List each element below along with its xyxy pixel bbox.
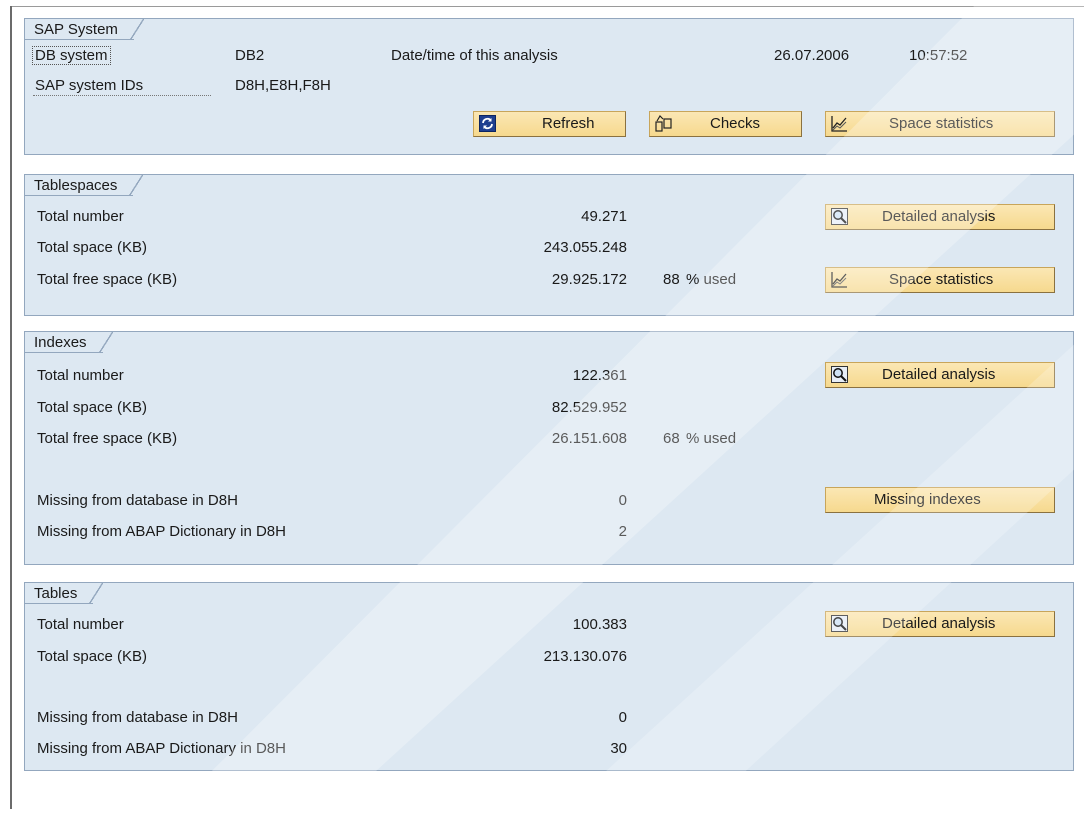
checks-button-label: Checks — [710, 115, 761, 132]
system-ids-underline — [33, 95, 211, 96]
tables-total-number: 100.383 — [572, 616, 627, 633]
indexes-total-space-label: Total space (KB) — [37, 399, 148, 416]
tablespaces-total-number: 49.271 — [581, 208, 627, 225]
chart-icon — [831, 272, 847, 288]
tablespaces-total-space-label: Total space (KB) — [37, 239, 148, 256]
tables-total-number-label: Total number — [37, 616, 124, 633]
tablespaces-group: Tablespaces Total number 49.271 Total sp… — [24, 174, 1074, 316]
indexes-total-number: 122.361 — [572, 367, 627, 384]
chart-icon — [831, 116, 847, 132]
tablespaces-space-statistics-button[interactable]: Space statistics — [825, 267, 1055, 293]
tablespaces-total-space: 243.055.248 — [543, 239, 627, 256]
tables-missing-db: 0 — [618, 709, 627, 726]
tablespaces-free-space-label: Total free space (KB) — [37, 271, 178, 288]
indexes-free-space-label: Total free space (KB) — [37, 430, 178, 447]
checks-icon — [655, 115, 672, 132]
tablespaces-free-space: 29.925.172 — [551, 271, 627, 288]
analysis-time: 10:57:52 — [909, 47, 968, 64]
analysis-datetime-label: Date/time of this analysis — [391, 47, 558, 64]
tables-group: Tables Total number 100.383 Total space … — [24, 582, 1074, 771]
tablespaces-detailed-analysis-button[interactable]: Detailed analysis — [825, 204, 1055, 230]
tables-total-space-label: Total space (KB) — [37, 648, 148, 665]
indexes-missing-db: 0 — [618, 492, 627, 509]
sap-system-group: SAP System DB system DB2 Date/time of th… — [24, 18, 1074, 155]
indexes-used-label: % used — [686, 430, 737, 447]
tablespaces-total-number-label: Total number — [37, 208, 124, 225]
db-system-value: DB2 — [235, 47, 265, 64]
tablespaces-used-percent: 88 — [663, 271, 680, 288]
indexes-total-number-label: Total number — [37, 367, 124, 384]
refresh-icon — [479, 115, 496, 132]
magnifier-icon — [831, 615, 848, 632]
analysis-date: 26.07.2006 — [774, 47, 850, 64]
tables-detailed-analysis-label: Detailed analysis — [882, 615, 996, 632]
sap-system-group-title: SAP System — [24, 18, 144, 40]
indexes-used-percent: 68 — [663, 430, 680, 447]
missing-indexes-button[interactable]: Missing indexes — [825, 487, 1055, 513]
checks-button[interactable]: Checks — [649, 111, 802, 137]
tablespaces-space-statistics-label: Space statistics — [889, 271, 994, 288]
missing-indexes-label: Missing indexes — [874, 491, 981, 508]
indexes-free-space: 26.151.608 — [551, 430, 627, 447]
tables-total-space: 213.130.076 — [543, 648, 627, 665]
indexes-total-space: 82.529.952 — [551, 399, 627, 416]
magnifier-icon — [831, 208, 848, 225]
refresh-button-label: Refresh — [542, 115, 595, 132]
indexes-group-title: Indexes — [24, 331, 113, 353]
system-ids-value: D8H,E8H,F8H — [235, 77, 331, 94]
indexes-missing-abap: 2 — [618, 523, 627, 540]
indexes-group: Indexes Total number 122.361 Total space… — [24, 331, 1074, 565]
indexes-missing-abap-label: Missing from ABAP Dictionary in D8H — [37, 523, 286, 540]
system-ids-label: SAP system IDs — [35, 77, 144, 94]
refresh-button[interactable]: Refresh — [473, 111, 626, 137]
tables-detailed-analysis-button[interactable]: Detailed analysis — [825, 611, 1055, 637]
db-system-label[interactable]: DB system — [32, 46, 111, 65]
magnifier-icon — [831, 366, 848, 383]
indexes-detailed-analysis-button[interactable]: Detailed analysis — [825, 362, 1055, 388]
tables-missing-abap-label: Missing from ABAP Dictionary in D8H — [37, 740, 286, 757]
space-statistics-button-top[interactable]: Space statistics — [825, 111, 1055, 137]
tablespaces-detailed-analysis-label: Detailed analysis — [882, 208, 996, 225]
tablespaces-group-title: Tablespaces — [24, 174, 144, 196]
tables-missing-abap: 30 — [610, 740, 627, 757]
indexes-missing-db-label: Missing from database in D8H — [37, 492, 238, 509]
tables-group-title: Tables — [24, 582, 104, 604]
space-statistics-label-top: Space statistics — [889, 115, 994, 132]
tables-missing-db-label: Missing from database in D8H — [37, 709, 238, 726]
tablespaces-used-label: % used — [686, 271, 737, 288]
indexes-detailed-analysis-label: Detailed analysis — [882, 366, 996, 383]
